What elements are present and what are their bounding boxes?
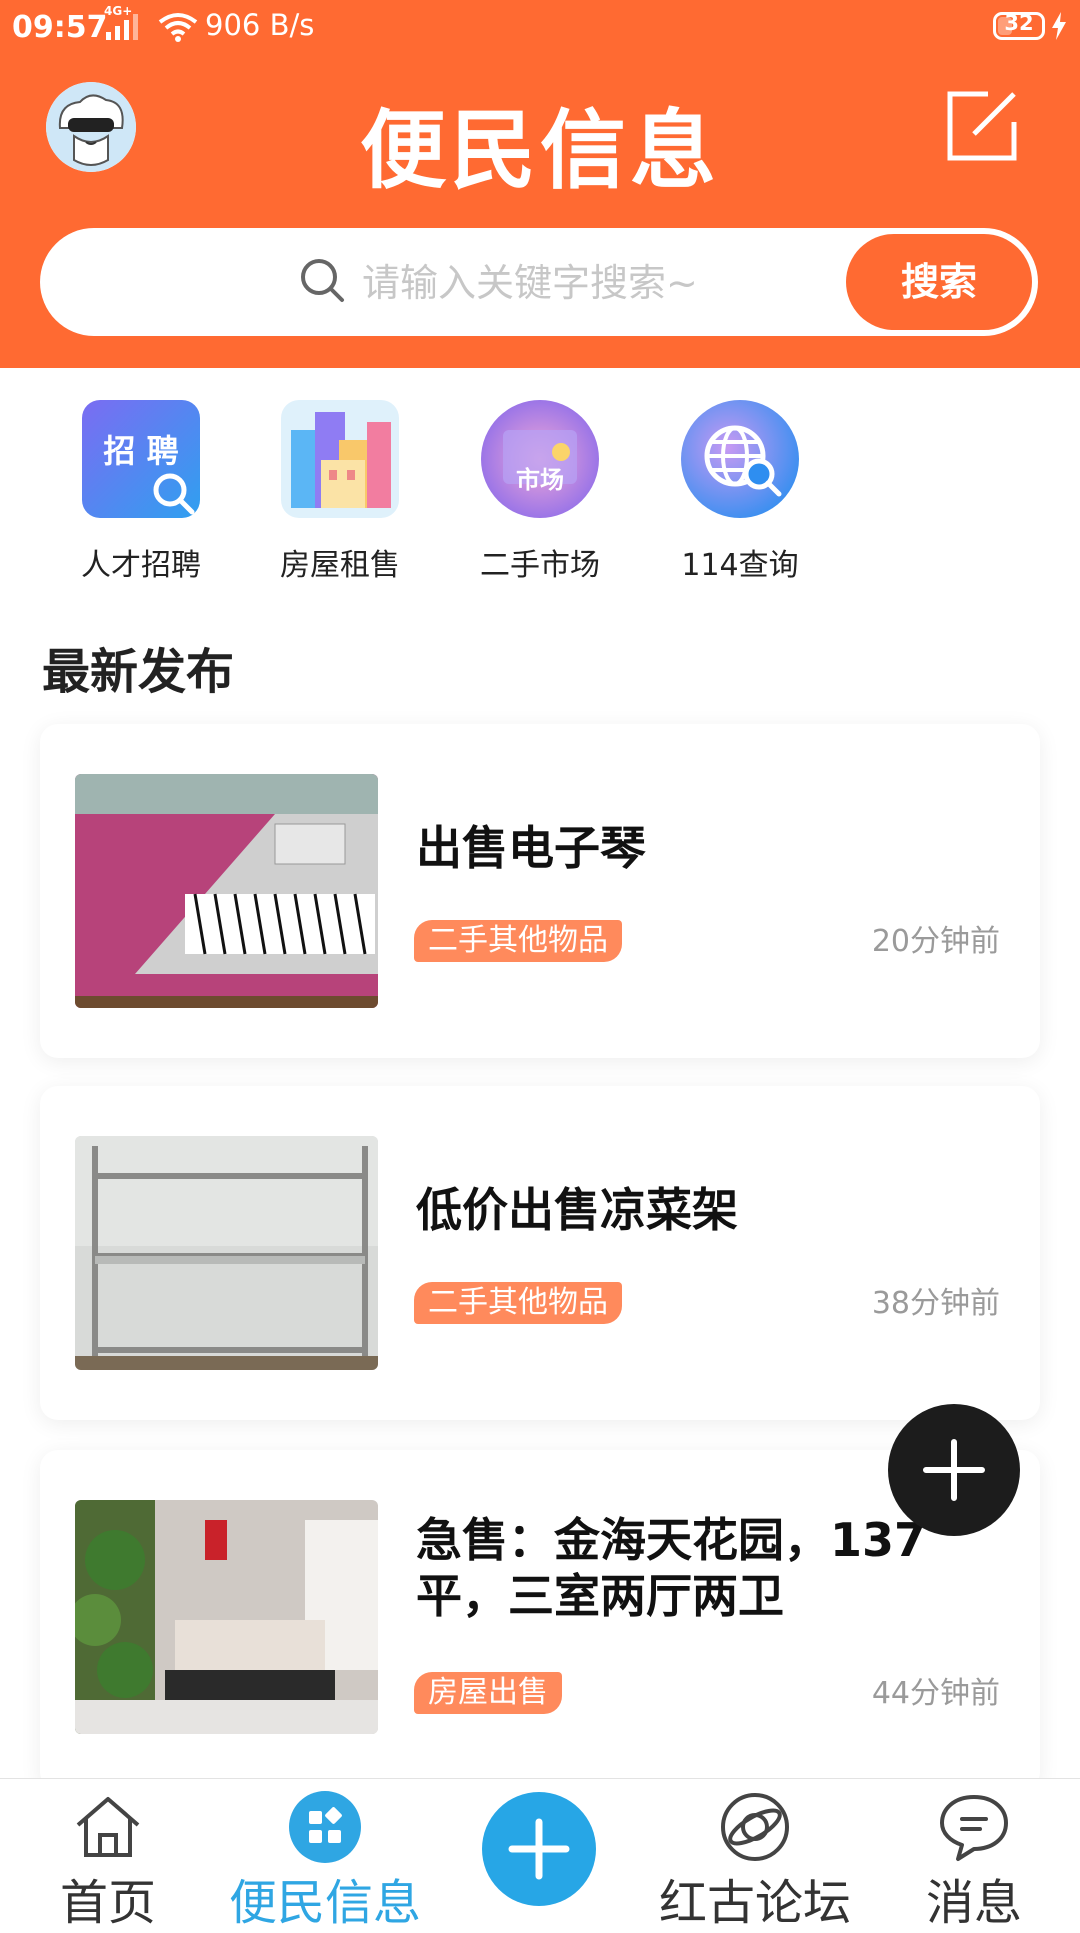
nav-forum[interactable]: 红古论坛 (640, 1779, 870, 1931)
listing-tag: 二手其他物品 (414, 1282, 622, 1324)
listing-tag: 房屋出售 (414, 1672, 562, 1714)
category-recruitment[interactable]: 招 聘 人才招聘 (61, 400, 221, 584)
plus-icon (508, 1818, 570, 1880)
battery-icon: 32 (993, 11, 1045, 40)
listing-time: 38分钟前 (871, 1286, 1000, 1321)
listing-title: 出售电子琴 (416, 821, 646, 875)
housing-icon (281, 400, 399, 518)
status-bar: 09:57 4G+ 906 B/s 32 (0, 0, 1080, 54)
market-icon-text: 市场 (516, 466, 564, 494)
section-title: 最新发布 (42, 644, 235, 700)
category-label: 房屋租售 (280, 548, 400, 583)
category-label: 人才招聘 (81, 548, 201, 583)
home-icon (76, 1797, 140, 1857)
recruitment-icon: 招 聘 (82, 400, 200, 518)
listing-tag: 二手其他物品 (414, 920, 622, 962)
nav-label: 首页 (59, 1875, 156, 1931)
listing-thumbnail (75, 774, 378, 1008)
status-time: 09:57 (12, 10, 108, 45)
nav-label: 红古论坛 (658, 1875, 851, 1931)
category-114-query[interactable]: 114查询 (660, 400, 820, 584)
category-label: 二手市场 (480, 548, 600, 583)
nav-label: 消息 (925, 1875, 1022, 1931)
globe-search-icon (681, 400, 799, 518)
nav-convenience-info[interactable]: 便民信息 (220, 1779, 430, 1931)
page-title: 便民信息 (360, 101, 720, 201)
listing-thumbnail (75, 1500, 378, 1734)
plus-icon (923, 1439, 985, 1501)
grid-icon (289, 1791, 361, 1863)
chat-bubble-icon (940, 1795, 1008, 1861)
search-bar: 搜索 (40, 228, 1038, 336)
listing-card[interactable]: 低价出售凉菜架 二手其他物品 38分钟前 (40, 1086, 1040, 1420)
signal-icon (106, 14, 138, 40)
nav-home[interactable]: 首页 (40, 1779, 176, 1931)
recruitment-icon-text: 招 聘 (103, 432, 178, 470)
second-hand-market-icon: 市场 (481, 400, 599, 518)
network-speed: 906 B/s (205, 8, 315, 42)
listing-card[interactable]: 出售电子琴 二手其他物品 20分钟前 (40, 724, 1040, 1058)
search-button[interactable]: 搜索 (846, 234, 1032, 330)
edit-icon[interactable] (944, 88, 1020, 164)
category-label: 114查询 (681, 548, 799, 583)
listing-title: 低价出售凉菜架 (416, 1183, 738, 1237)
search-input[interactable] (360, 248, 844, 318)
category-housing[interactable]: 房屋租售 (260, 400, 420, 584)
header: 09:57 4G+ 906 B/s 32 便民信息 请输入关键字搜索~ 搜索 (0, 0, 1080, 368)
listing-thumbnail (75, 1136, 378, 1370)
battery-level: 32 (1004, 11, 1034, 35)
search-icon (301, 259, 344, 302)
publish-button[interactable] (482, 1792, 596, 1906)
wifi-icon (158, 13, 198, 42)
listing-time: 44分钟前 (871, 1676, 1000, 1711)
floating-add-button[interactable] (888, 1404, 1020, 1536)
category-second-hand[interactable]: 市场 二手市场 (460, 400, 620, 584)
planet-icon (721, 1793, 789, 1861)
listing-time: 20分钟前 (871, 924, 1000, 959)
nav-messages[interactable]: 消息 (900, 1779, 1048, 1931)
nav-label: 便民信息 (228, 1875, 421, 1931)
charging-icon (1052, 12, 1066, 40)
